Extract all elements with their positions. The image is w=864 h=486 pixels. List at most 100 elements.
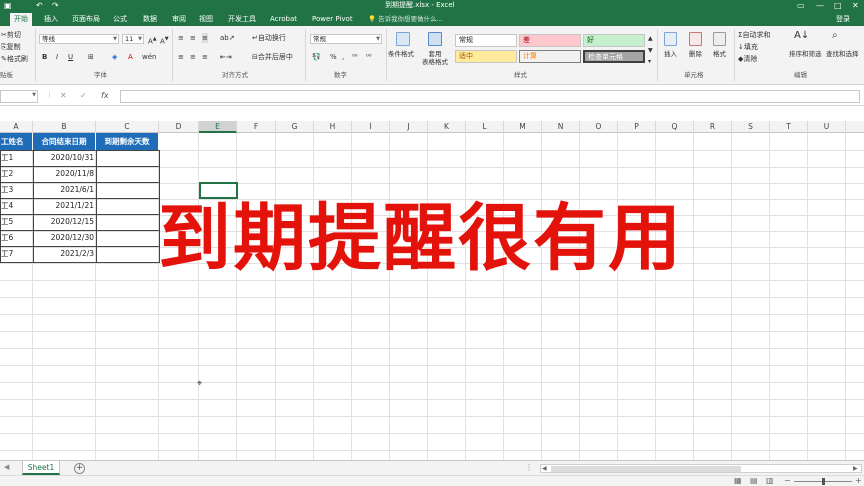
cell-name[interactable]: 工2 bbox=[0, 166, 33, 182]
login-link[interactable]: 登录 bbox=[836, 13, 850, 26]
page-layout-view-icon[interactable]: ▤ bbox=[750, 476, 758, 485]
page-break-view-icon[interactable]: ▥ bbox=[766, 476, 774, 485]
column-header-f[interactable]: F bbox=[237, 121, 276, 133]
find-select-icon[interactable]: ⌕ bbox=[832, 31, 838, 41]
scroll-left-icon[interactable]: ◀ bbox=[542, 465, 547, 472]
column-header-t[interactable]: T bbox=[770, 121, 808, 133]
decrease-decimal-icon[interactable]: ⁰⁰ bbox=[366, 52, 372, 62]
border-icon[interactable]: ⊞ bbox=[88, 52, 94, 62]
styles-more-icon[interactable]: ▾ bbox=[648, 57, 651, 67]
wrap-text-button[interactable]: ↵自动换行 bbox=[252, 33, 286, 43]
orientation-icon[interactable]: ab↗ bbox=[220, 33, 235, 43]
column-header-u[interactable]: U bbox=[808, 121, 846, 133]
fill-button[interactable]: ↓填充 bbox=[738, 42, 758, 52]
cell-end-date[interactable]: 2020/11/8 bbox=[33, 166, 96, 182]
column-header-a[interactable]: A bbox=[0, 121, 33, 133]
cell-end-date[interactable]: 2021/6/1 bbox=[33, 182, 96, 198]
cell-days-left[interactable] bbox=[96, 214, 159, 230]
style-calculation[interactable]: 计算 bbox=[519, 50, 581, 63]
currency-icon[interactable]: 💱 bbox=[312, 52, 321, 62]
align-bottom-icon[interactable]: ≡ bbox=[202, 33, 208, 43]
cell-name[interactable]: 工3 bbox=[0, 182, 33, 198]
cell-days-left[interactable] bbox=[96, 166, 159, 182]
merge-center-button[interactable]: ⊟合并后居中 bbox=[252, 52, 293, 62]
style-neutral[interactable]: 适中 bbox=[455, 50, 517, 63]
add-sheet-icon[interactable]: + bbox=[74, 463, 85, 474]
styles-scroll-down-icon[interactable]: ▼ bbox=[648, 46, 653, 56]
zoom-in-icon[interactable]: + bbox=[855, 476, 862, 485]
italic-icon[interactable]: I bbox=[56, 52, 58, 62]
column-header-g[interactable]: G bbox=[276, 121, 314, 133]
indent-icon[interactable]: ⇤⇥ bbox=[220, 52, 232, 62]
cell-name[interactable]: 工5 bbox=[0, 214, 33, 230]
column-header-e[interactable]: E bbox=[199, 121, 237, 133]
style-normal[interactable]: 常规 bbox=[455, 34, 517, 47]
align-center-icon[interactable]: ≡ bbox=[190, 52, 196, 62]
font-size-select[interactable]: 11 ▼ bbox=[122, 34, 144, 44]
tab-page-layout[interactable]: 页面布局 bbox=[68, 13, 104, 26]
name-box[interactable]: ▼ bbox=[0, 90, 38, 103]
conditional-format-icon[interactable] bbox=[396, 32, 410, 46]
undo-icon[interactable]: ↶ bbox=[36, 0, 43, 11]
font-color-icon[interactable]: A bbox=[128, 52, 133, 62]
header-cell-end-date[interactable]: 合同结束日期 bbox=[33, 133, 96, 150]
column-header-r[interactable]: R bbox=[694, 121, 732, 133]
column-header-h[interactable]: H bbox=[314, 121, 352, 133]
sort-filter-label[interactable]: 排序和筛选 bbox=[789, 50, 822, 59]
insert-label[interactable]: 插入 bbox=[664, 50, 677, 59]
cell-name[interactable]: 工1 bbox=[0, 150, 33, 166]
align-middle-icon[interactable]: ≡ bbox=[190, 33, 196, 43]
close-icon[interactable]: ✕ bbox=[852, 0, 859, 11]
tab-review[interactable]: 审阅 bbox=[168, 13, 190, 26]
percent-icon[interactable]: % bbox=[330, 52, 337, 62]
worksheet-grid[interactable]: 工姓名 合同结束日期 到期剩余天数 工1 2020/10/31 工2 2020/11/… bbox=[0, 133, 864, 460]
delete-cells-icon[interactable] bbox=[689, 32, 702, 46]
copy-button[interactable]: ⎘复制 bbox=[1, 42, 21, 52]
tell-me-search[interactable]: 💡 告诉我你想要做什么... bbox=[368, 13, 443, 26]
align-top-icon[interactable]: ≡ bbox=[178, 33, 184, 43]
find-select-label[interactable]: 查找和选择 bbox=[826, 50, 859, 59]
number-format-select[interactable]: 常规 ▼ bbox=[310, 34, 382, 44]
sheet-tab-sheet1[interactable]: Sheet1 bbox=[22, 461, 60, 475]
scroll-right-icon[interactable]: ▶ bbox=[853, 465, 858, 472]
cancel-icon[interactable]: ✕ bbox=[60, 91, 67, 100]
phonetic-icon[interactable]: wén bbox=[142, 52, 156, 62]
column-header-p[interactable]: P bbox=[618, 121, 656, 133]
column-header-d[interactable]: D bbox=[159, 121, 199, 133]
tab-home[interactable]: 开始 bbox=[10, 13, 32, 26]
tab-developer[interactable]: 开发工具 bbox=[224, 13, 260, 26]
cell-end-date[interactable]: 2020/12/30 bbox=[33, 230, 96, 246]
cell-name[interactable]: 工4 bbox=[0, 198, 33, 214]
format-cells-icon[interactable] bbox=[713, 32, 726, 46]
horizontal-scrollbar[interactable]: ◀ ▶ bbox=[540, 464, 862, 473]
cell-days-left[interactable] bbox=[96, 246, 159, 262]
cell-days-left[interactable] bbox=[96, 230, 159, 246]
clear-button[interactable]: ◆清除 bbox=[738, 54, 757, 64]
delete-label[interactable]: 删除 bbox=[689, 50, 702, 59]
conditional-format-label[interactable]: 条件格式 bbox=[388, 50, 414, 59]
column-header-k[interactable]: K bbox=[428, 121, 466, 133]
tab-insert[interactable]: 插入 bbox=[40, 13, 62, 26]
column-header-m[interactable]: M bbox=[504, 121, 542, 133]
redo-icon[interactable]: ↷ bbox=[52, 0, 59, 11]
scrollbar-thumb[interactable] bbox=[551, 466, 741, 472]
format-painter-button[interactable]: ✎格式刷 bbox=[1, 54, 28, 64]
column-header-i[interactable]: I bbox=[352, 121, 390, 133]
cut-button[interactable]: ✂剪切 bbox=[1, 30, 21, 40]
maximize-icon[interactable]: □ bbox=[834, 0, 842, 11]
normal-view-icon[interactable]: ▦ bbox=[734, 476, 742, 485]
cell-end-date[interactable]: 2020/10/31 bbox=[33, 150, 96, 166]
enter-icon[interactable]: ✓ bbox=[80, 91, 87, 100]
cell-name[interactable]: 工6 bbox=[0, 230, 33, 246]
save-icon[interactable]: ▣ bbox=[4, 0, 12, 11]
cell-days-left[interactable] bbox=[96, 198, 159, 214]
column-header-c[interactable]: C bbox=[96, 121, 159, 133]
align-left-icon[interactable]: ≡ bbox=[178, 52, 184, 62]
column-header-n[interactable]: N bbox=[542, 121, 580, 133]
tab-view[interactable]: 视图 bbox=[195, 13, 217, 26]
decrease-font-icon[interactable]: A▼ bbox=[160, 34, 169, 46]
tab-data[interactable]: 数据 bbox=[139, 13, 161, 26]
column-header-b[interactable]: B bbox=[33, 121, 96, 133]
format-label[interactable]: 格式 bbox=[713, 50, 726, 59]
zoom-out-icon[interactable]: − bbox=[784, 476, 791, 485]
